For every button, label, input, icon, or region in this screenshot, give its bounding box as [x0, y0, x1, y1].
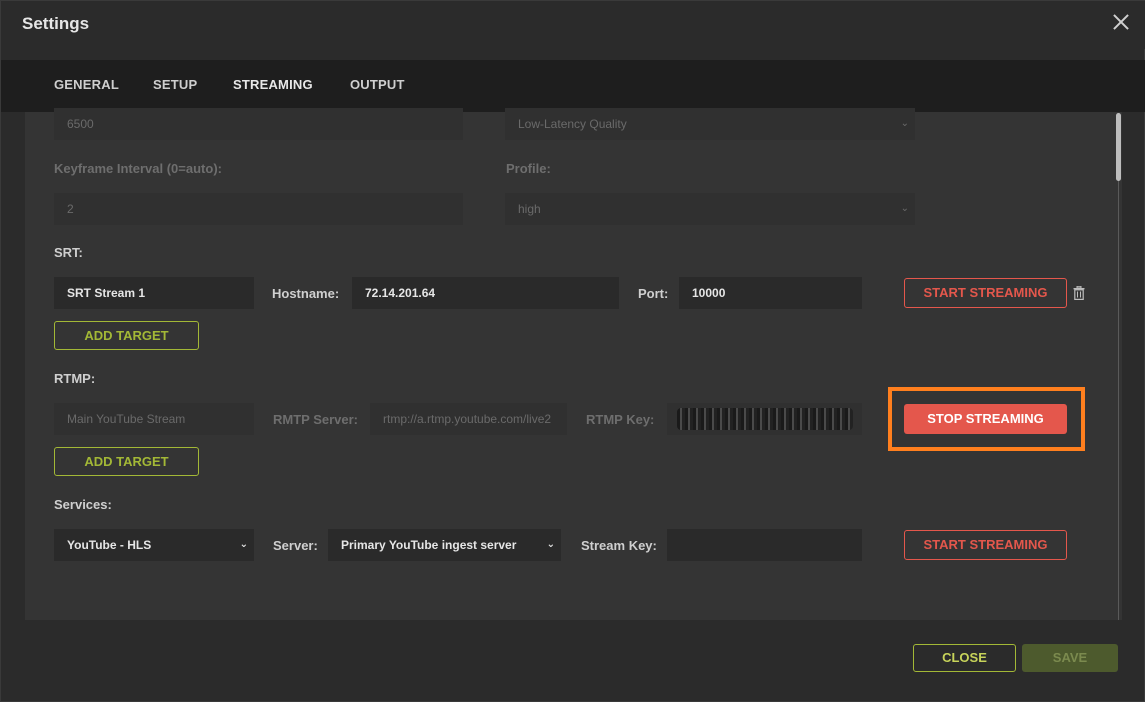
stream-key-field[interactable] — [667, 529, 862, 561]
settings-dialog: Settings GENERAL SETUP STREAMING OUTPUT … — [0, 0, 1145, 702]
tab-bar: GENERAL SETUP STREAMING OUTPUT — [1, 60, 1145, 112]
close-icon[interactable] — [1110, 11, 1132, 33]
keyframe-field[interactable]: 2 — [54, 193, 463, 225]
scroll-thumb[interactable] — [1116, 113, 1121, 181]
srt-port-label: Port: — [638, 286, 669, 301]
services-server-value: Primary YouTube ingest server — [341, 538, 517, 552]
title-bar: Settings — [1, 1, 1145, 49]
tab-general[interactable]: GENERAL — [36, 60, 137, 112]
rtmp-server-field[interactable]: rtmp://a.rtmp.youtube.com/live2 — [370, 403, 567, 435]
srt-port-field[interactable]: 10000 — [679, 277, 862, 309]
quality-value: Low-Latency Quality — [518, 117, 627, 131]
keyframe-label: Keyframe Interval (0=auto): — [54, 161, 222, 176]
chevron-down-icon: ⌄ — [546, 539, 555, 550]
service-value: YouTube - HLS — [67, 538, 152, 552]
profile-select[interactable]: high ⌄ — [505, 193, 915, 225]
rtmp-stop-streaming-button[interactable]: STOP STREAMING — [904, 404, 1067, 434]
tab-setup[interactable]: SETUP — [135, 60, 215, 112]
services-server-label: Server: — [273, 538, 318, 553]
chevron-down-icon: ⌄ — [900, 118, 909, 129]
srt-stream-name: SRT Stream 1 — [67, 286, 146, 300]
bitrate-value: 6500 — [67, 117, 94, 131]
srt-start-streaming-button[interactable]: START STREAMING — [904, 278, 1067, 308]
rtmp-key-field[interactable] — [667, 403, 862, 435]
bitrate-field[interactable]: 6500 — [54, 108, 463, 140]
chevron-down-icon: ⌄ — [239, 539, 248, 550]
srt-port-value: 10000 — [692, 286, 726, 300]
save-button[interactable]: SAVE — [1022, 644, 1118, 672]
srt-hostname-label: Hostname: — [272, 286, 340, 301]
service-select[interactable]: YouTube - HLS ⌄ — [54, 529, 254, 561]
srt-hostname-value: 72.14.201.64 — [365, 286, 436, 300]
srt-add-target-button[interactable]: ADD TARGET — [54, 321, 199, 350]
srt-stream-name-field[interactable]: SRT Stream 1 — [54, 277, 254, 309]
tab-streaming[interactable]: STREAMING — [215, 60, 331, 112]
scroll-track — [1118, 113, 1119, 620]
close-button[interactable]: CLOSE — [913, 644, 1016, 672]
stream-key-label: Stream Key: — [581, 538, 657, 553]
profile-value: high — [518, 202, 541, 216]
rtmp-add-target-button[interactable]: ADD TARGET — [54, 447, 199, 476]
services-section-label: Services: — [54, 497, 112, 512]
srt-section-label: SRT: — [54, 245, 83, 260]
trash-icon[interactable] — [1073, 286, 1085, 300]
services-start-streaming-button[interactable]: START STREAMING — [904, 530, 1067, 560]
quality-select[interactable]: Low-Latency Quality ⌄ — [505, 108, 915, 140]
redacted-key — [677, 408, 853, 430]
srt-hostname-field[interactable]: 72.14.201.64 — [352, 277, 619, 309]
rtmp-key-label: RTMP Key: — [586, 412, 655, 427]
tab-output[interactable]: OUTPUT — [332, 60, 423, 112]
chevron-down-icon: ⌄ — [900, 203, 909, 214]
scrollbar[interactable] — [1115, 113, 1122, 620]
rtmp-server-value: rtmp://a.rtmp.youtube.com/live2 — [383, 412, 552, 426]
rtmp-section-label: RTMP: — [54, 371, 96, 386]
keyframe-value: 2 — [67, 202, 74, 216]
profile-label: Profile: — [506, 161, 551, 176]
rtmp-stream-name-field[interactable]: Main YouTube Stream — [54, 403, 254, 435]
rtmp-server-label: RMTP Server: — [273, 412, 359, 427]
rtmp-stream-name: Main YouTube Stream — [67, 412, 186, 426]
dialog-title: Settings — [22, 14, 90, 33]
services-server-select[interactable]: Primary YouTube ingest server ⌄ — [328, 529, 561, 561]
